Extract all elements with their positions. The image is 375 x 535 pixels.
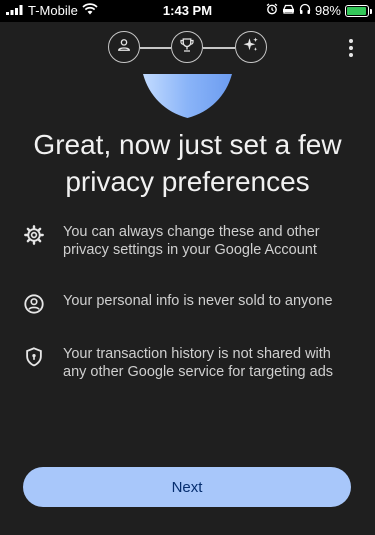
next-button[interactable]: Next <box>23 467 351 507</box>
feature-item: Your personal info is never sold to anyo… <box>22 292 352 316</box>
more-vert-icon-dot <box>349 39 353 43</box>
sparkle-icon <box>242 36 260 59</box>
step-finish <box>235 31 267 63</box>
step-rewards <box>171 31 203 63</box>
privacy-shield-illustration <box>0 74 375 120</box>
battery-tip <box>370 8 372 14</box>
account-circle-icon <box>22 292 46 316</box>
feature-text: You can always change these and other pr… <box>63 224 320 258</box>
gear-icon <box>22 223 46 247</box>
battery-icon <box>345 4 372 17</box>
step-account <box>108 31 140 63</box>
battery-percent: 98% <box>314 3 341 18</box>
feature-text: Your personal info is never sold to anyo… <box>63 293 333 309</box>
feature-item: Your transaction history is not shared w… <box>22 345 352 381</box>
battery-fill <box>347 6 366 15</box>
progress-stepper <box>0 28 375 68</box>
status-bar: T-Mobile 1:43 PM 98% <box>0 0 375 22</box>
feature-text: Your transaction history is not shared w… <box>63 346 334 380</box>
headphones-icon <box>299 3 311 18</box>
more-options-button[interactable] <box>341 38 361 58</box>
person-icon <box>115 36 133 59</box>
car-icon <box>282 3 295 18</box>
page-title: Great, now just set a few privacy prefer… <box>33 129 342 197</box>
trophy-icon <box>178 36 196 59</box>
step-connector <box>140 47 171 49</box>
more-vert-icon-dot <box>349 53 353 57</box>
more-vert-icon-dot <box>349 46 353 50</box>
alarm-icon <box>266 3 278 18</box>
status-right: 98% <box>266 3 372 18</box>
step-connector <box>203 47 235 49</box>
feature-item: You can always change these and other pr… <box>22 223 352 259</box>
shield-lock-icon <box>22 345 46 369</box>
